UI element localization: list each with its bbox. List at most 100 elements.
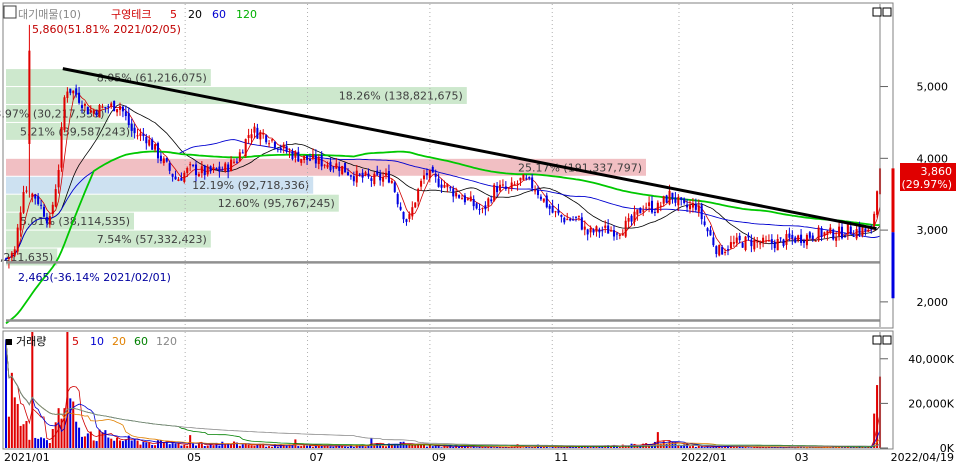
candle-body (715, 246, 718, 255)
candle-body (78, 92, 81, 103)
candle-body (326, 164, 329, 168)
candle-body (335, 163, 338, 169)
price-tick-label: 5,000 (917, 81, 949, 94)
volume-bar (697, 445, 700, 448)
legend-vol5: 5 (72, 335, 79, 348)
candle-body (396, 194, 399, 205)
candle-body (688, 205, 692, 210)
candle-body (539, 196, 542, 200)
candle-body (709, 229, 712, 236)
candle-body (51, 204, 54, 214)
candle-body (867, 229, 870, 232)
chart-settings-icon[interactable] (3, 5, 17, 19)
volume-bar (66, 332, 69, 448)
x-tick-label: 07 (310, 451, 324, 464)
candle-body (80, 105, 84, 109)
candle-body (572, 219, 575, 221)
candle-body (566, 219, 569, 221)
volume-bar (86, 433, 89, 448)
volume-tick-label: 20,000K (908, 397, 954, 410)
volume-bar (197, 443, 200, 448)
candle-body (124, 111, 127, 117)
candle-body (738, 235, 741, 241)
candle-body (455, 192, 458, 197)
price-tick-label: 2,000 (917, 296, 949, 309)
volume-bar (750, 447, 753, 448)
candle-body (785, 234, 788, 245)
candle-body (653, 211, 656, 213)
candle-body (612, 230, 616, 237)
volume-bar (151, 444, 154, 448)
candle-body (156, 143, 160, 159)
candle-body (855, 229, 858, 239)
candle-body (159, 155, 162, 161)
volume-maximize-icon[interactable] (882, 335, 892, 345)
volume-bar (344, 446, 347, 448)
candle-body (54, 189, 57, 207)
candle-body (101, 106, 104, 108)
candle-body (34, 194, 37, 199)
volume-bar (156, 440, 160, 448)
candle-body (25, 190, 28, 192)
candle-body (648, 202, 651, 206)
volume-bar (98, 429, 101, 448)
x-tick-label: 05 (187, 451, 201, 464)
volume-bar (192, 443, 195, 448)
candle-body (724, 251, 727, 253)
candle-body (317, 156, 320, 165)
volume-bar (557, 447, 560, 448)
candle-body (697, 205, 700, 212)
candle-body (671, 192, 674, 200)
volume-bar (83, 436, 86, 448)
volume-bar (379, 445, 382, 448)
candle-body (849, 226, 852, 235)
high-marker: 5,860(51.81% 2021/02/05) (32, 23, 181, 36)
volume-bar (130, 440, 133, 448)
candle-body (484, 205, 487, 210)
volume-bar (13, 397, 16, 448)
candle-body (683, 198, 686, 204)
candle-body (390, 180, 393, 183)
volume-bar (414, 445, 417, 448)
candle-body (534, 190, 537, 192)
volume-bar (80, 436, 84, 448)
candle-body (265, 135, 268, 143)
candle-body (364, 172, 367, 176)
volume-minimize-icon[interactable] (872, 335, 882, 345)
volume-bar (437, 445, 440, 448)
volume-bar (183, 444, 186, 448)
candle-body (817, 227, 820, 241)
volume-bar (212, 445, 215, 448)
volume-settings-icon[interactable] (6, 339, 12, 345)
candle-body (405, 219, 408, 222)
candle-body (627, 217, 630, 222)
volume-bar (744, 446, 747, 448)
candle-body (481, 208, 484, 210)
candle-body (288, 151, 291, 153)
candle-body (589, 227, 592, 233)
candle-body (434, 173, 437, 177)
candle-body (282, 144, 285, 149)
volume-bar (522, 447, 525, 448)
candle-body (498, 184, 502, 191)
candle-body (139, 133, 142, 136)
candle-body (750, 239, 753, 247)
candle-body (472, 199, 475, 207)
maximize-icon[interactable] (882, 7, 892, 17)
candle-body (341, 165, 344, 175)
candle-body (840, 226, 844, 239)
candle-body (712, 237, 715, 246)
candle-body (227, 164, 230, 172)
volume-bar (805, 447, 808, 449)
candle-body (443, 185, 446, 188)
volume-bar (10, 372, 13, 448)
volume-bar (496, 447, 499, 448)
candle-body (118, 106, 122, 110)
volume-bar (69, 398, 72, 448)
candle-body (800, 234, 803, 243)
candle-body (151, 139, 154, 150)
candle-body (148, 139, 151, 146)
candle-body (107, 106, 110, 108)
volume-profile-label: 18.26% (138,821,675) (339, 90, 463, 103)
minimize-icon[interactable] (872, 7, 882, 17)
